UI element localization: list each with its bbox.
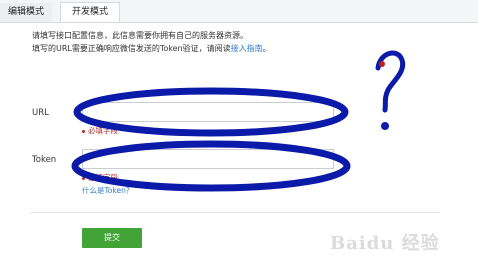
what-is-token-link[interactable]: 什么是Token？ bbox=[82, 185, 133, 196]
intro-line-1: 请填写接口配置信息，此信息需要你拥有自己的服务器资源。 bbox=[32, 31, 248, 40]
submit-button[interactable]: 提交 bbox=[82, 228, 142, 248]
intro-line-2-suffix: 。 bbox=[262, 44, 271, 53]
mode-tab-bar: 编辑模式 开发模式 bbox=[0, 0, 478, 23]
intro-line-2-prefix: 填写的URL需要正确响应微信发送的Token验证，请阅读 bbox=[32, 44, 231, 53]
tab-developer-mode[interactable]: 开发模式 bbox=[60, 2, 120, 23]
token-required-error: 必填字段 bbox=[82, 172, 118, 183]
error-dot-icon bbox=[82, 129, 85, 133]
baidu-watermark: Baidu 经验 bbox=[330, 233, 440, 254]
access-guide-link[interactable]: 接入指南 bbox=[231, 44, 263, 53]
url-required-error: 必填字段 bbox=[82, 125, 118, 136]
intro-line-2: 填写的URL需要正确响应微信发送的Token验证，请阅读接入指南。 bbox=[32, 42, 271, 55]
url-label: URL bbox=[32, 108, 49, 118]
form-divider bbox=[30, 212, 440, 213]
error-dot-icon bbox=[82, 176, 85, 180]
intro-text: 请填写接口配置信息，此信息需要你拥有自己的服务器资源。 填写的URL需要正确响应… bbox=[32, 29, 271, 55]
url-required-error-text: 必填字段 bbox=[88, 126, 118, 135]
token-required-error-text: 必填字段 bbox=[88, 173, 118, 182]
url-input[interactable] bbox=[82, 102, 334, 122]
token-input[interactable] bbox=[82, 149, 334, 169]
token-label: Token bbox=[32, 155, 57, 165]
tab-edit-mode[interactable]: 编辑模式 bbox=[0, 3, 52, 22]
